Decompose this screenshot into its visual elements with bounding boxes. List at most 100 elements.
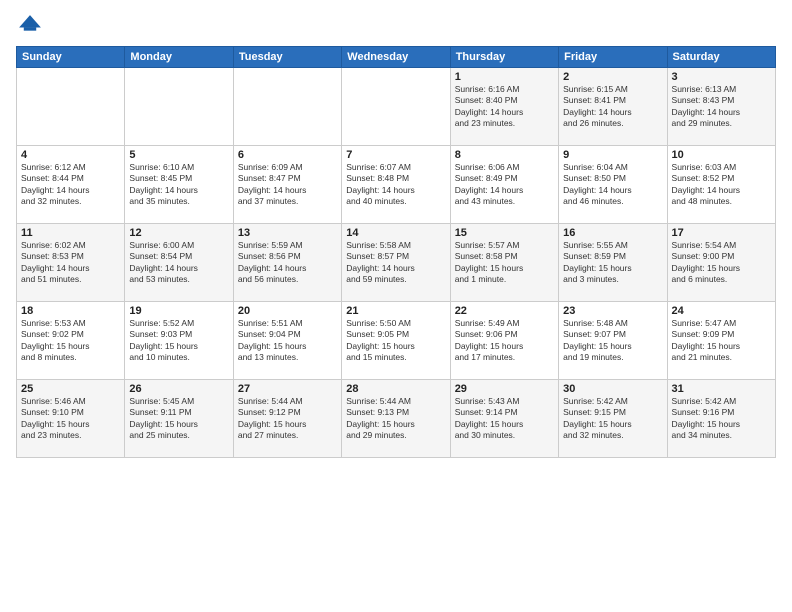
calendar-cell: 24Sunrise: 5:47 AM Sunset: 9:09 PM Dayli… [667, 302, 775, 380]
day-number: 3 [672, 71, 771, 83]
day-info: Sunrise: 5:49 AM Sunset: 9:06 PM Dayligh… [455, 318, 554, 364]
calendar-week-3: 11Sunrise: 6:02 AM Sunset: 8:53 PM Dayli… [17, 224, 776, 302]
calendar-cell: 22Sunrise: 5:49 AM Sunset: 9:06 PM Dayli… [450, 302, 558, 380]
calendar-cell: 29Sunrise: 5:43 AM Sunset: 9:14 PM Dayli… [450, 380, 558, 458]
day-number: 4 [21, 149, 120, 161]
calendar-cell: 27Sunrise: 5:44 AM Sunset: 9:12 PM Dayli… [233, 380, 341, 458]
calendar-cell [17, 68, 125, 146]
col-header-sunday: Sunday [17, 47, 125, 68]
calendar-cell: 13Sunrise: 5:59 AM Sunset: 8:56 PM Dayli… [233, 224, 341, 302]
day-info: Sunrise: 6:07 AM Sunset: 8:48 PM Dayligh… [346, 162, 445, 208]
day-number: 7 [346, 149, 445, 161]
calendar-cell: 2Sunrise: 6:15 AM Sunset: 8:41 PM Daylig… [559, 68, 667, 146]
calendar-cell: 3Sunrise: 6:13 AM Sunset: 8:43 PM Daylig… [667, 68, 775, 146]
day-info: Sunrise: 6:02 AM Sunset: 8:53 PM Dayligh… [21, 240, 120, 286]
day-number: 22 [455, 305, 554, 317]
day-info: Sunrise: 6:15 AM Sunset: 8:41 PM Dayligh… [563, 84, 662, 130]
day-info: Sunrise: 5:52 AM Sunset: 9:03 PM Dayligh… [129, 318, 228, 364]
day-number: 6 [238, 149, 337, 161]
day-number: 18 [21, 305, 120, 317]
calendar-week-5: 25Sunrise: 5:46 AM Sunset: 9:10 PM Dayli… [17, 380, 776, 458]
day-info: Sunrise: 6:09 AM Sunset: 8:47 PM Dayligh… [238, 162, 337, 208]
day-info: Sunrise: 5:59 AM Sunset: 8:56 PM Dayligh… [238, 240, 337, 286]
day-info: Sunrise: 6:10 AM Sunset: 8:45 PM Dayligh… [129, 162, 228, 208]
calendar-cell: 23Sunrise: 5:48 AM Sunset: 9:07 PM Dayli… [559, 302, 667, 380]
calendar-header-row: SundayMondayTuesdayWednesdayThursdayFrid… [17, 47, 776, 68]
day-number: 2 [563, 71, 662, 83]
day-number: 21 [346, 305, 445, 317]
calendar-cell: 18Sunrise: 5:53 AM Sunset: 9:02 PM Dayli… [17, 302, 125, 380]
day-info: Sunrise: 5:54 AM Sunset: 9:00 PM Dayligh… [672, 240, 771, 286]
day-info: Sunrise: 5:42 AM Sunset: 9:16 PM Dayligh… [672, 396, 771, 442]
day-number: 15 [455, 227, 554, 239]
calendar-cell: 28Sunrise: 5:44 AM Sunset: 9:13 PM Dayli… [342, 380, 450, 458]
calendar-cell: 25Sunrise: 5:46 AM Sunset: 9:10 PM Dayli… [17, 380, 125, 458]
calendar-cell: 16Sunrise: 5:55 AM Sunset: 8:59 PM Dayli… [559, 224, 667, 302]
calendar-cell: 30Sunrise: 5:42 AM Sunset: 9:15 PM Dayli… [559, 380, 667, 458]
col-header-monday: Monday [125, 47, 233, 68]
day-info: Sunrise: 6:03 AM Sunset: 8:52 PM Dayligh… [672, 162, 771, 208]
calendar-cell: 15Sunrise: 5:57 AM Sunset: 8:58 PM Dayli… [450, 224, 558, 302]
calendar-cell: 4Sunrise: 6:12 AM Sunset: 8:44 PM Daylig… [17, 146, 125, 224]
calendar-cell: 8Sunrise: 6:06 AM Sunset: 8:49 PM Daylig… [450, 146, 558, 224]
calendar-cell: 26Sunrise: 5:45 AM Sunset: 9:11 PM Dayli… [125, 380, 233, 458]
calendar-cell: 20Sunrise: 5:51 AM Sunset: 9:04 PM Dayli… [233, 302, 341, 380]
day-info: Sunrise: 5:50 AM Sunset: 9:05 PM Dayligh… [346, 318, 445, 364]
day-info: Sunrise: 6:04 AM Sunset: 8:50 PM Dayligh… [563, 162, 662, 208]
day-number: 25 [21, 383, 120, 395]
calendar-cell: 17Sunrise: 5:54 AM Sunset: 9:00 PM Dayli… [667, 224, 775, 302]
day-number: 31 [672, 383, 771, 395]
calendar-cell: 11Sunrise: 6:02 AM Sunset: 8:53 PM Dayli… [17, 224, 125, 302]
calendar-cell: 5Sunrise: 6:10 AM Sunset: 8:45 PM Daylig… [125, 146, 233, 224]
day-number: 27 [238, 383, 337, 395]
day-number: 5 [129, 149, 228, 161]
logo [16, 12, 48, 40]
calendar-cell [233, 68, 341, 146]
day-number: 1 [455, 71, 554, 83]
day-number: 24 [672, 305, 771, 317]
day-number: 10 [672, 149, 771, 161]
day-number: 29 [455, 383, 554, 395]
day-number: 14 [346, 227, 445, 239]
calendar-table: SundayMondayTuesdayWednesdayThursdayFrid… [16, 46, 776, 458]
day-info: Sunrise: 5:44 AM Sunset: 9:12 PM Dayligh… [238, 396, 337, 442]
calendar-cell: 7Sunrise: 6:07 AM Sunset: 8:48 PM Daylig… [342, 146, 450, 224]
calendar-cell: 19Sunrise: 5:52 AM Sunset: 9:03 PM Dayli… [125, 302, 233, 380]
calendar-cell: 6Sunrise: 6:09 AM Sunset: 8:47 PM Daylig… [233, 146, 341, 224]
calendar-cell: 12Sunrise: 6:00 AM Sunset: 8:54 PM Dayli… [125, 224, 233, 302]
day-info: Sunrise: 5:57 AM Sunset: 8:58 PM Dayligh… [455, 240, 554, 286]
header [16, 12, 776, 40]
page: SundayMondayTuesdayWednesdayThursdayFrid… [0, 0, 792, 612]
day-info: Sunrise: 5:46 AM Sunset: 9:10 PM Dayligh… [21, 396, 120, 442]
day-info: Sunrise: 5:45 AM Sunset: 9:11 PM Dayligh… [129, 396, 228, 442]
day-number: 12 [129, 227, 228, 239]
day-info: Sunrise: 6:16 AM Sunset: 8:40 PM Dayligh… [455, 84, 554, 130]
calendar-cell: 10Sunrise: 6:03 AM Sunset: 8:52 PM Dayli… [667, 146, 775, 224]
day-info: Sunrise: 5:53 AM Sunset: 9:02 PM Dayligh… [21, 318, 120, 364]
calendar-week-2: 4Sunrise: 6:12 AM Sunset: 8:44 PM Daylig… [17, 146, 776, 224]
day-info: Sunrise: 5:44 AM Sunset: 9:13 PM Dayligh… [346, 396, 445, 442]
col-header-saturday: Saturday [667, 47, 775, 68]
day-number: 11 [21, 227, 120, 239]
day-number: 20 [238, 305, 337, 317]
calendar-week-4: 18Sunrise: 5:53 AM Sunset: 9:02 PM Dayli… [17, 302, 776, 380]
day-number: 30 [563, 383, 662, 395]
day-info: Sunrise: 6:12 AM Sunset: 8:44 PM Dayligh… [21, 162, 120, 208]
day-info: Sunrise: 5:47 AM Sunset: 9:09 PM Dayligh… [672, 318, 771, 364]
day-info: Sunrise: 6:00 AM Sunset: 8:54 PM Dayligh… [129, 240, 228, 286]
day-number: 23 [563, 305, 662, 317]
day-number: 26 [129, 383, 228, 395]
calendar-week-1: 1Sunrise: 6:16 AM Sunset: 8:40 PM Daylig… [17, 68, 776, 146]
day-info: Sunrise: 6:06 AM Sunset: 8:49 PM Dayligh… [455, 162, 554, 208]
day-number: 16 [563, 227, 662, 239]
calendar-cell: 9Sunrise: 6:04 AM Sunset: 8:50 PM Daylig… [559, 146, 667, 224]
day-info: Sunrise: 5:42 AM Sunset: 9:15 PM Dayligh… [563, 396, 662, 442]
day-info: Sunrise: 5:48 AM Sunset: 9:07 PM Dayligh… [563, 318, 662, 364]
day-info: Sunrise: 5:51 AM Sunset: 9:04 PM Dayligh… [238, 318, 337, 364]
logo-icon [16, 12, 44, 40]
calendar-cell [342, 68, 450, 146]
day-number: 9 [563, 149, 662, 161]
col-header-tuesday: Tuesday [233, 47, 341, 68]
col-header-thursday: Thursday [450, 47, 558, 68]
day-number: 28 [346, 383, 445, 395]
